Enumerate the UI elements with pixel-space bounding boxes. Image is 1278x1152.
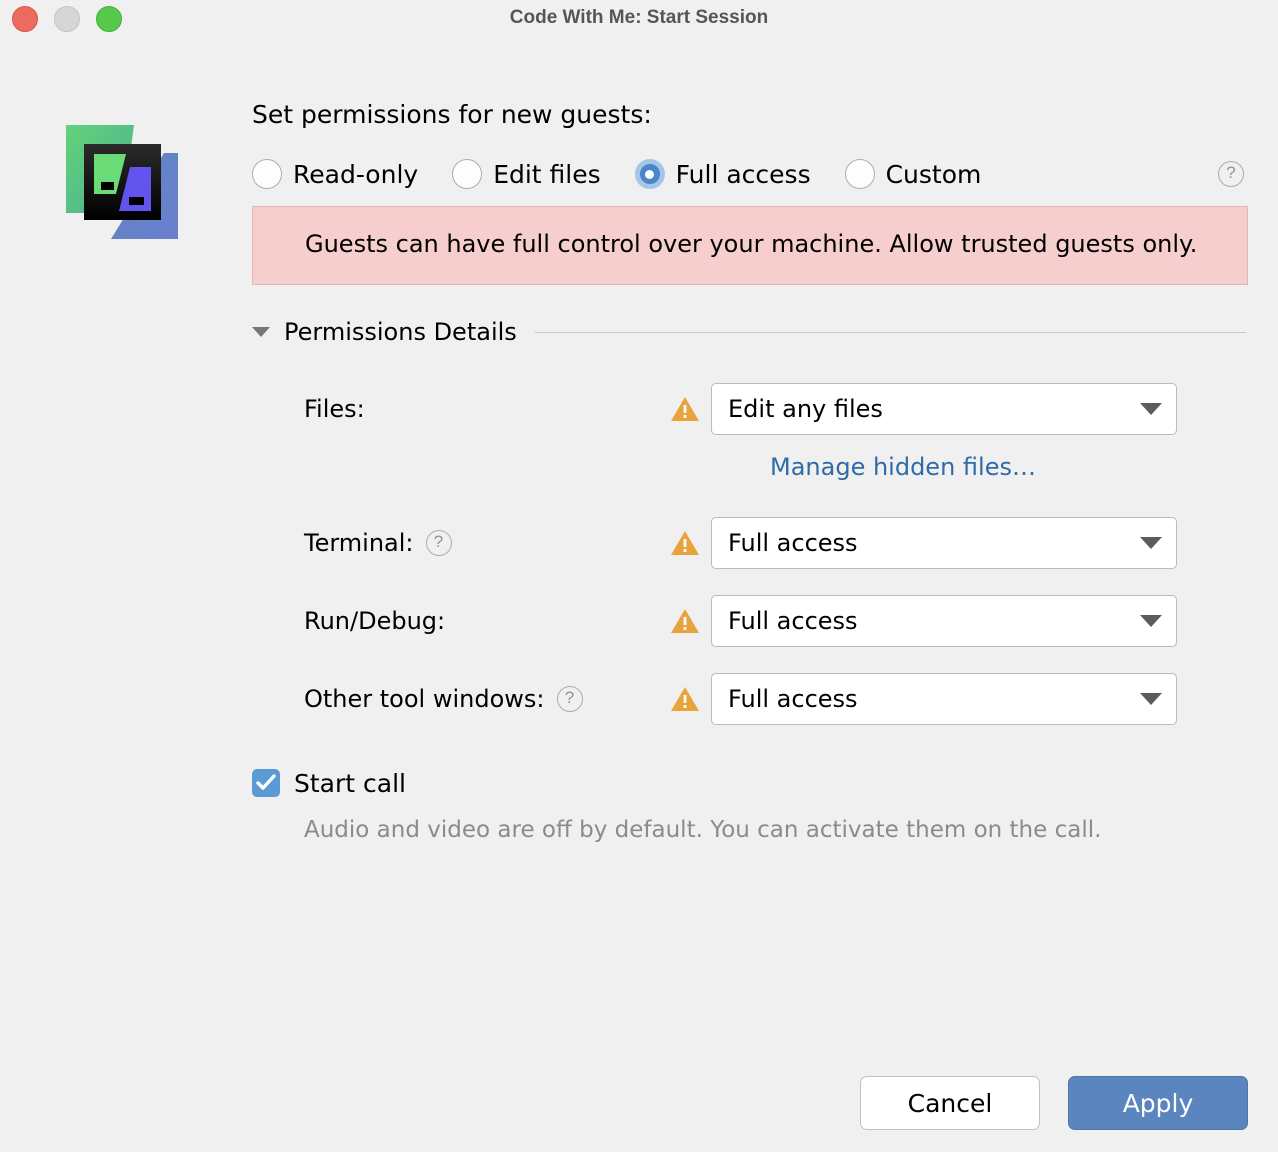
window-title: Code With Me: Start Session — [509, 7, 769, 28]
permission-label-text: Run/Debug: — [304, 607, 446, 635]
chevron-down-icon[interactable] — [252, 327, 270, 337]
dropdown-value: Full access — [728, 685, 858, 713]
chevron-down-icon — [1140, 537, 1162, 549]
permission-row-other-tool-windows: Other tool windows: ? Full access — [252, 671, 1248, 727]
dropdown-other-tool-windows-permission[interactable]: Full access — [711, 673, 1177, 725]
permission-label: Other tool windows: ? — [252, 685, 670, 713]
chevron-down-icon — [1140, 693, 1162, 705]
code-with-me-logo — [54, 113, 196, 255]
radio-indicator — [452, 159, 483, 189]
permissions-details-section-header[interactable]: Permissions Details — [252, 315, 1248, 349]
permission-row-run-debug: Run/Debug: Full access — [252, 593, 1248, 649]
dropdown-value: Edit any files — [728, 395, 883, 423]
help-icon[interactable]: ? — [425, 530, 452, 556]
close-window-button[interactable] — [12, 6, 38, 32]
dropdown-run-debug-permission[interactable]: Full access — [711, 595, 1177, 647]
help-icon[interactable]: ? — [556, 686, 583, 712]
permissions-heading: Set permissions for new guests: — [252, 100, 652, 129]
maximize-window-button[interactable] — [96, 6, 122, 32]
cancel-button[interactable]: Cancel — [860, 1076, 1040, 1130]
radio-label: Full access — [675, 159, 811, 189]
dropdown-files-permission[interactable]: Edit any files — [711, 383, 1177, 435]
permission-preset-radio-group: Read-only Edit files Full access Custom … — [252, 152, 1248, 196]
permission-label: Run/Debug: — [252, 607, 670, 635]
radio-option-full-access[interactable]: Full access — [634, 159, 811, 189]
permission-label: Terminal: ? — [252, 529, 670, 557]
dropdown-value: Full access — [728, 529, 858, 557]
traffic-light-controls — [12, 6, 122, 32]
radio-indicator — [252, 159, 282, 189]
section-divider — [534, 331, 1246, 333]
warning-triangle-icon — [670, 607, 700, 635]
radio-indicator-selected — [634, 159, 665, 189]
permission-row-files: Files: Edit any files — [252, 381, 1248, 437]
window-titlebar: Code With Me: Start Session — [0, 0, 1278, 42]
permissions-details-title: Permissions Details — [284, 318, 517, 346]
permission-label: Files: — [252, 395, 670, 423]
chevron-down-icon — [1140, 403, 1162, 415]
radio-label: Read-only — [293, 159, 419, 189]
radio-indicator — [844, 159, 875, 189]
full-access-warning-banner: Guests can have full control over your m… — [252, 206, 1248, 285]
radio-option-edit-files[interactable]: Edit files — [452, 159, 601, 189]
dialog-footer: Cancel Apply — [860, 1076, 1248, 1130]
warning-triangle-icon — [670, 529, 700, 557]
start-call-hint: Audio and video are off by default. You … — [304, 817, 1102, 843]
radio-label: Custom — [885, 159, 982, 189]
permission-label-text: Terminal: — [304, 529, 414, 557]
dropdown-value: Full access — [728, 607, 858, 635]
help-icon[interactable]: ? — [1218, 161, 1244, 187]
apply-button[interactable]: Apply — [1068, 1076, 1248, 1130]
dropdown-terminal-permission[interactable]: Full access — [711, 517, 1177, 569]
radio-label: Edit files — [493, 159, 601, 189]
radio-option-read-only[interactable]: Read-only — [252, 159, 418, 189]
start-call-checkbox[interactable] — [252, 769, 280, 797]
minimize-window-button[interactable] — [54, 6, 80, 32]
manage-hidden-files-row: Manage hidden files… — [252, 453, 1248, 493]
warning-banner-text: Guests can have full control over your m… — [305, 230, 1198, 258]
warning-triangle-icon — [670, 395, 700, 423]
start-call-checkbox-row[interactable]: Start call — [252, 765, 1248, 801]
manage-hidden-files-link[interactable]: Manage hidden files… — [770, 453, 1036, 493]
permission-label-text: Other tool windows: — [304, 685, 545, 713]
start-call-label: Start call — [294, 768, 406, 798]
warning-triangle-icon — [670, 685, 700, 713]
permission-row-terminal: Terminal: ? Full access — [252, 515, 1248, 571]
chevron-down-icon — [1140, 615, 1162, 627]
permission-label-text: Files: — [304, 395, 365, 423]
radio-option-custom[interactable]: Custom — [844, 159, 982, 189]
dialog-content: Set permissions for new guests: Read-onl… — [252, 100, 1248, 845]
